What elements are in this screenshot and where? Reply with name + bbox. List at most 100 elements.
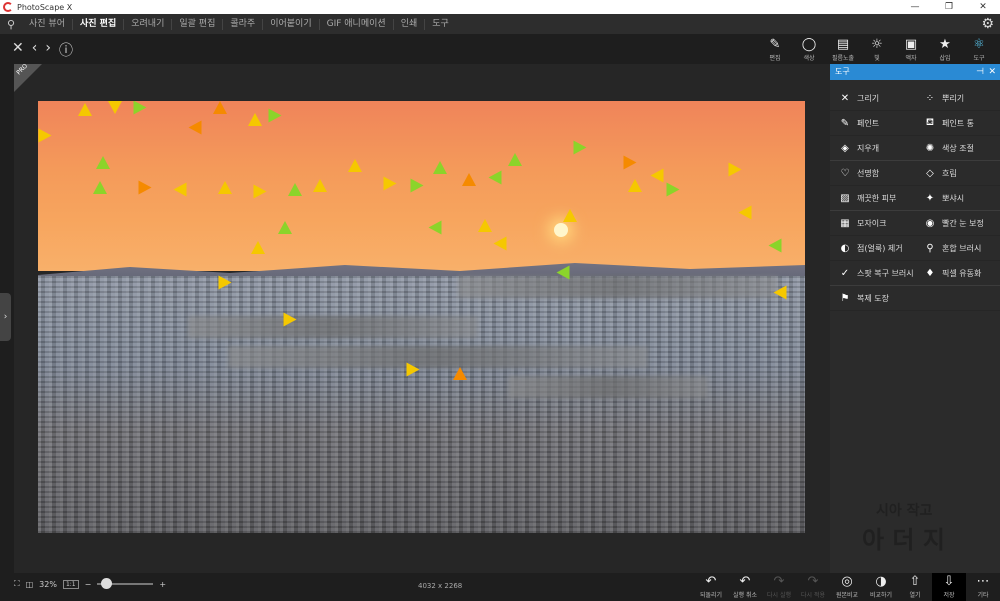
menu-combine[interactable]: 이어붙이기 <box>263 18 320 30</box>
clone-stamp-icon: ⚑ <box>840 292 850 304</box>
menu-collage[interactable]: 콜라주 <box>223 18 264 30</box>
scatter-triangle <box>508 153 522 166</box>
app-logo-icon <box>3 2 13 12</box>
tool-item[interactable]: ▦ 모자이크 <box>830 211 915 235</box>
tab-edit[interactable]: ✎ 편집 <box>758 36 792 64</box>
tool-item-label: 혼합 브러시 <box>942 243 982 253</box>
zoom-in-icon[interactable]: + <box>159 580 166 589</box>
tool-item[interactable]: ◈ 지우개 <box>830 136 915 160</box>
info-icon[interactable]: ⓘ <box>59 40 73 60</box>
minimize-button[interactable]: — <box>898 0 932 14</box>
redo-icon: ↷ <box>773 574 785 589</box>
tool-item[interactable]: ⁘ 뿌리기 <box>915 86 1000 110</box>
scatter-triangle <box>623 155 637 170</box>
expand-left-panel-handle[interactable]: › <box>0 293 11 341</box>
nav-controls: ✕ ‹ › ⓘ <box>12 40 73 60</box>
tab-frame[interactable]: ▣ 액자 <box>894 36 928 64</box>
tab-light[interactable]: ☼ 빛 <box>860 36 894 64</box>
menu-photo-edit[interactable]: 사진 편집 <box>73 18 125 30</box>
menu-tools[interactable]: 도구 <box>425 19 456 30</box>
search-icon[interactable]: ⚲ <box>0 18 22 31</box>
more-button[interactable]: ⋯ 기타 <box>966 573 1000 601</box>
tool-item[interactable]: ⛾ 페인트 통 <box>915 111 1000 135</box>
scatter-triangle <box>96 156 110 169</box>
tool-item-label: 지우개 <box>857 143 880 153</box>
tool-item[interactable]: ♡ 선명함 <box>830 161 915 185</box>
tool-item[interactable]: ✕ 그리기 <box>830 86 915 110</box>
scatter-triangle <box>433 161 447 174</box>
scatter-triangle <box>188 120 202 135</box>
tool-item-label: 색상 조절 <box>942 143 974 153</box>
tool-item[interactable]: ♦ 픽셀 유동화 <box>915 261 1000 285</box>
zoom-out-icon[interactable]: − <box>85 580 92 589</box>
scatter-triangle <box>768 238 782 253</box>
scatter-triangle <box>628 179 642 192</box>
edit-mode-tabs: ✎ 편집 ◯ 색상 ▤ 필름노출 ☼ 빛 ▣ 액자 ★ 삽입 ⚛ 도구 <box>758 36 996 64</box>
image-size: 4032 x 2268 <box>418 582 463 590</box>
actual-size-button[interactable]: 1:1 <box>62 579 79 589</box>
tab-film[interactable]: ▤ 필름노출 <box>826 36 860 64</box>
tab-insert[interactable]: ★ 삽입 <box>928 36 962 64</box>
tool-item[interactable]: ✓ 스팟 복구 브러시 <box>830 261 915 285</box>
compare-original-button[interactable]: ◎ 원본비교 <box>830 573 864 601</box>
menu-print[interactable]: 인쇄 <box>394 18 426 30</box>
tools-row: ✎ 페인트 ⛾ 페인트 통 <box>830 111 1000 136</box>
scatter-triangle <box>218 275 232 290</box>
scatter-triangle <box>313 179 327 192</box>
insert-icon: ★ <box>939 37 951 52</box>
open-button[interactable]: ⇧ 열기 <box>898 573 932 601</box>
menu-gif-animation[interactable]: GIF 애니메이션 <box>320 18 394 30</box>
tool-item[interactable]: ✺ 색상 조절 <box>915 136 1000 160</box>
tool-item[interactable]: ◉ 빨간 눈 보정 <box>915 211 1000 235</box>
compare-icon: ◑ <box>875 574 887 589</box>
zoom-slider[interactable] <box>97 578 154 589</box>
tab-tools[interactable]: ⚛ 도구 <box>962 36 996 64</box>
tool-item-label: 복제 도장 <box>857 293 889 303</box>
scatter-triangle <box>728 162 742 177</box>
zoom-percent[interactable]: 32% <box>39 580 57 589</box>
tool-item[interactable]: ✦ 뽀샤시 <box>915 186 1000 210</box>
save-button[interactable]: ⇩ 저장 <box>932 573 966 601</box>
compare-button[interactable]: ◑ 비교하기 <box>864 573 898 601</box>
tool-item[interactable]: ✎ 페인트 <box>830 111 915 135</box>
settings-gear-icon[interactable]: ⚙ <box>981 16 994 32</box>
close-window-button[interactable]: ✕ <box>966 0 1000 14</box>
tab-color[interactable]: ◯ 색상 <box>792 36 826 64</box>
tool-item[interactable]: ⚑ 복제 도장 <box>830 286 915 310</box>
revert-button[interactable]: ↶ 되돌리기 <box>694 573 728 601</box>
tool-item[interactable]: ◇ 흐림 <box>915 161 1000 185</box>
edited-photo[interactable] <box>38 101 805 533</box>
bottom-actions: ↶ 되돌리기 ↶ 실행 취소 ↷ 다시 실행 ↷ 다시 적용 ◎ 원본비교 ◑ 비교하기 ⇧ 열기 ⇩ 저장 ⋯… <box>694 573 1000 601</box>
pin-icon[interactable]: ⊣ <box>976 64 984 80</box>
menu-photo-viewer[interactable]: 사진 뷰어 <box>22 18 73 30</box>
redo-button[interactable]: ↷ 다시 실행 <box>762 573 796 601</box>
fit-icon[interactable]: ⛶ <box>14 579 20 589</box>
scatter-triangle <box>268 108 282 123</box>
tool-item[interactable]: ▨ 깨끗한 피부 <box>830 186 915 210</box>
scatter-triangle <box>253 184 267 199</box>
scatter-triangle <box>218 181 232 194</box>
scatter-triangle <box>133 101 147 115</box>
undo-button[interactable]: ↶ 실행 취소 <box>728 573 762 601</box>
close-icon[interactable]: ✕ <box>12 40 24 60</box>
color-adjust-icon: ✺ <box>925 142 935 154</box>
tools-grid: ✕ 그리기 ⁘ 뿌리기 ✎ 페인트 ⛾ 페인트 통 ◈ 지우개 ✺ 색상 조절 ♡ 선명함 ◇ 흐림 ▨ 깨끗한 … <box>830 80 1000 311</box>
tool-item[interactable]: ⚲ 혼합 브러시 <box>915 236 1000 260</box>
menu-cut-out[interactable]: 오려내기 <box>124 18 173 30</box>
split-view-icon[interactable]: ◫ <box>26 580 34 589</box>
panel-close-icon[interactable]: ✕ <box>988 64 996 80</box>
maximize-button[interactable]: ❐ <box>932 0 966 14</box>
tools-row: ✕ 그리기 ⁘ 뿌리기 <box>830 86 1000 111</box>
clean-skin-icon: ▨ <box>840 192 850 204</box>
watermark-signature: 시아 작고 아 더 지 <box>862 503 945 554</box>
empty-slot <box>915 286 1000 310</box>
previous-icon[interactable]: ‹ <box>32 40 38 60</box>
redo-all-button[interactable]: ↷ 다시 적용 <box>796 573 830 601</box>
zoom-slider-knob[interactable] <box>101 578 113 589</box>
scatter-triangle <box>453 367 467 380</box>
next-icon[interactable]: › <box>45 40 51 60</box>
window-controls: — ❐ ✕ <box>898 0 1000 14</box>
tool-item[interactable]: ◐ 점(얼룩) 제거 <box>830 236 915 260</box>
brush-stroke-band <box>188 316 478 338</box>
menu-batch-edit[interactable]: 일괄 편집 <box>172 18 224 30</box>
